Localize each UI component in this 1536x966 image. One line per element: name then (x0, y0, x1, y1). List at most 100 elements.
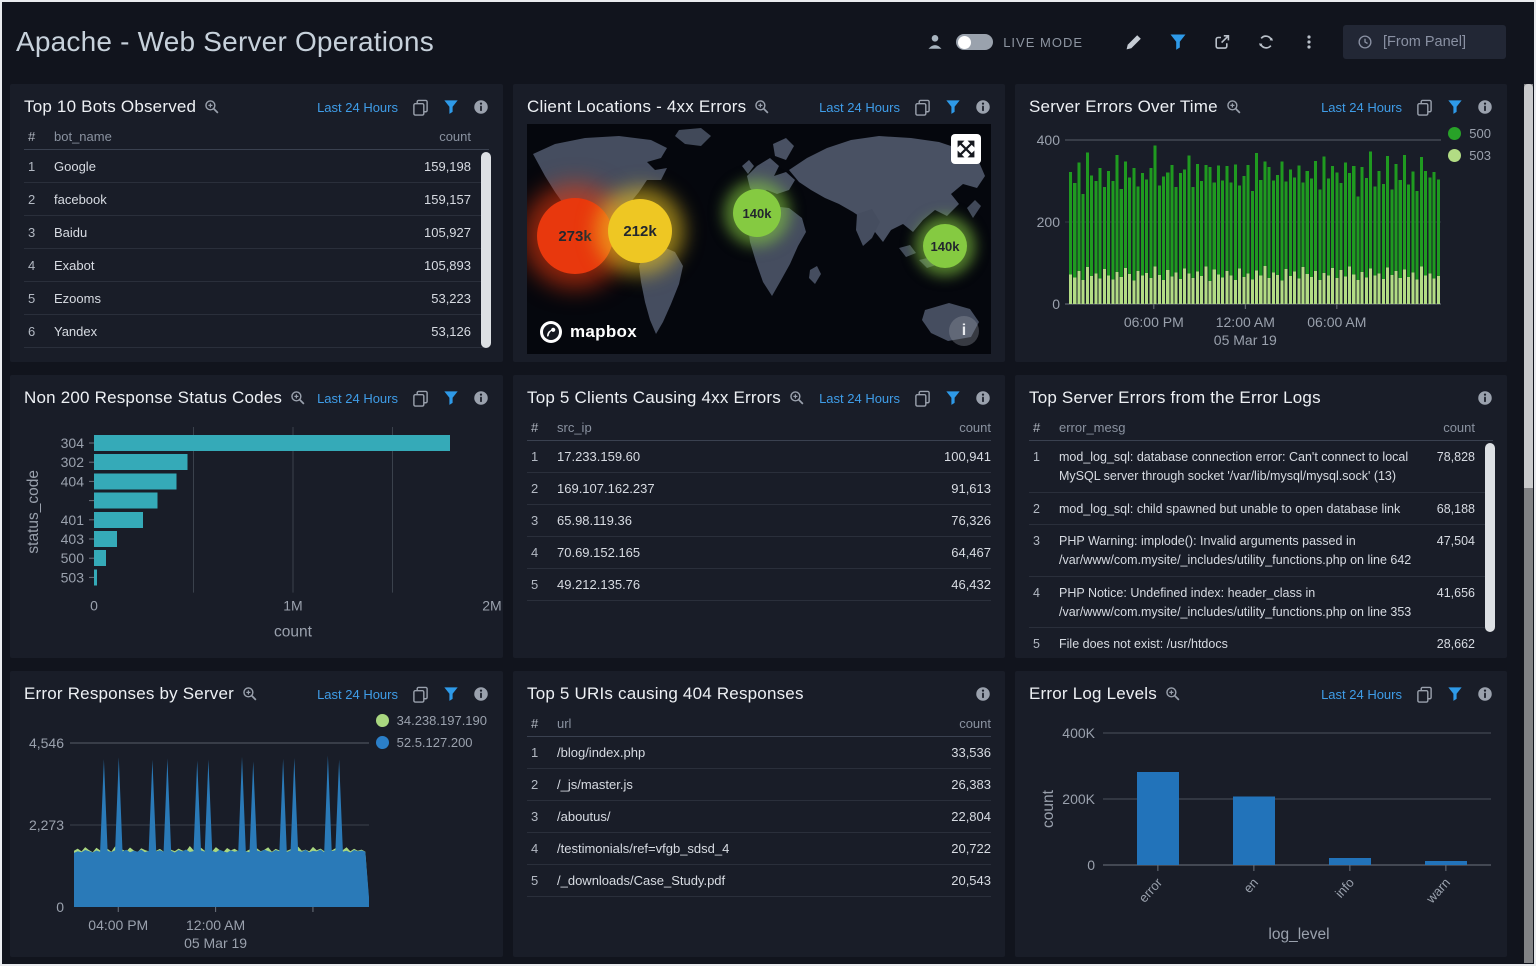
panel-time-range[interactable]: Last 24 Hours (819, 100, 900, 115)
table-cell: 105,927 (424, 225, 489, 240)
mapbox-logo[interactable]: mapbox (539, 320, 637, 344)
bubble-value: 140k (743, 206, 772, 221)
filter-funnel-icon[interactable] (1447, 99, 1463, 115)
map-info-button[interactable]: i (949, 316, 979, 346)
error-log-levels-chart[interactable]: 0200K400Kerroreninfowarnlog_levelcount (1029, 711, 1493, 949)
zoom-in-icon[interactable] (242, 686, 258, 702)
map-cluster-bubble[interactable]: 140k (923, 224, 967, 268)
server-errors-chart[interactable]: 020040006:00 PM12:00 AM05 Mar 1906:00 AM (1029, 124, 1493, 354)
table-scrollbar[interactable] (1485, 443, 1495, 648)
svg-text:0: 0 (56, 899, 64, 915)
table-row[interactable]: 3PHP Warning: implode(): Invalid argumen… (1029, 525, 1493, 577)
table-row[interactable]: 549.212.135.7646,432 (527, 569, 991, 601)
table-row[interactable]: 3/aboutus/22,804 (527, 801, 991, 833)
table-row[interactable]: 5File does not exist: /usr/htdocs28,662 (1029, 628, 1493, 658)
copy-panel-icon[interactable] (914, 99, 931, 116)
table-row[interactable]: 6Yandex53,126 (24, 315, 489, 348)
table-row[interactable]: 4PHP Notice: Undefined index: header_cla… (1029, 577, 1493, 629)
info-icon[interactable] (473, 686, 489, 702)
copy-panel-icon[interactable] (412, 390, 429, 407)
user-icon[interactable] (926, 33, 944, 51)
map-cluster-bubble[interactable]: 273k (537, 198, 613, 274)
filter-funnel-icon[interactable] (443, 99, 459, 115)
filter-funnel-icon[interactable] (945, 99, 961, 115)
filter-funnel-icon[interactable] (443, 390, 459, 406)
table-cell: 70.69.152.165 (557, 545, 951, 560)
share-export-icon[interactable] (1213, 33, 1231, 51)
page-title: Apache - Web Server Operations (16, 26, 434, 58)
info-icon[interactable] (473, 390, 489, 406)
table-row[interactable]: 1/blog/index.php33,536 (527, 737, 991, 769)
table-row[interactable]: 2/_js/master.js26,383 (527, 769, 991, 801)
panel-time-range[interactable]: Last 24 Hours (317, 100, 398, 115)
svg-text:count: count (1040, 789, 1057, 828)
svg-text:4,546: 4,546 (29, 735, 64, 751)
copy-panel-icon[interactable] (412, 686, 429, 703)
table-row[interactable]: 2169.107.162.23791,613 (527, 473, 991, 505)
filter-funnel-icon[interactable] (443, 686, 459, 702)
table-cell: 1 (1029, 448, 1059, 467)
filter-funnel-icon[interactable] (1169, 33, 1187, 51)
table-scrollbar[interactable] (481, 152, 491, 352)
table-row[interactable]: 5/_downloads/Case_Study.pdf20,543 (527, 865, 991, 897)
table-row[interactable]: 4/testimonials/ref=vfgb_sdsd_420,722 (527, 833, 991, 865)
col-count: count (1443, 420, 1493, 435)
filter-funnel-icon[interactable] (1447, 686, 1463, 702)
copy-panel-icon[interactable] (412, 99, 429, 116)
col-index: # (1029, 420, 1059, 435)
svg-text:200: 200 (1037, 214, 1061, 230)
zoom-in-icon[interactable] (1226, 99, 1242, 115)
refresh-icon[interactable] (1257, 33, 1275, 51)
table-row[interactable]: 470.69.152.16564,467 (527, 537, 991, 569)
info-icon[interactable] (975, 390, 991, 406)
svg-text:05 Mar 19: 05 Mar 19 (1214, 332, 1277, 348)
table-row[interactable]: 2mod_log_sql: child spawned but unable t… (1029, 493, 1493, 526)
non-200-status-codes-chart[interactable]: 30430240440140350050301M2Mcountstatus_co… (24, 415, 489, 650)
zoom-in-icon[interactable] (754, 99, 770, 115)
info-icon[interactable] (473, 99, 489, 115)
table-cell: 33,536 (951, 745, 991, 760)
kebab-menu-icon[interactable] (1301, 34, 1317, 50)
table-row[interactable]: 1mod_log_sql: database connection error:… (1029, 441, 1493, 493)
zoom-in-icon[interactable] (789, 390, 805, 406)
panel-time-range[interactable]: Last 24 Hours (819, 391, 900, 406)
info-icon[interactable] (975, 99, 991, 115)
copy-panel-icon[interactable] (1416, 99, 1433, 116)
page-scrollbar-thumb[interactable] (1524, 84, 1533, 488)
table-cell: 64,467 (951, 545, 991, 560)
col-index: # (527, 420, 557, 435)
table-cell: 4 (527, 841, 557, 856)
zoom-in-icon[interactable] (290, 390, 306, 406)
page-scrollbar[interactable] (1524, 84, 1533, 963)
table-row[interactable]: 3Baidu105,927 (24, 216, 489, 249)
panel-title: Top 10 Bots Observed (24, 97, 196, 117)
info-icon[interactable] (1477, 686, 1493, 702)
panel-time-range[interactable]: Last 24 Hours (1321, 100, 1402, 115)
info-icon[interactable] (975, 686, 991, 702)
col-bot-name: bot_name (54, 129, 439, 144)
table-row[interactable]: 1Google159,198 (24, 150, 489, 183)
panel-time-range[interactable]: Last 24 Hours (317, 391, 398, 406)
map-cluster-bubble[interactable]: 212k (608, 199, 672, 263)
filter-funnel-icon[interactable] (945, 390, 961, 406)
zoom-in-icon[interactable] (204, 99, 220, 115)
edit-pencil-icon[interactable] (1125, 33, 1143, 51)
panel-time-range[interactable]: Last 24 Hours (1321, 687, 1402, 702)
map-cluster-bubble[interactable]: 140k (733, 189, 781, 237)
live-mode-toggle[interactable] (956, 34, 993, 50)
table-row[interactable]: 365.98.119.3676,326 (527, 505, 991, 537)
copy-panel-icon[interactable] (914, 390, 931, 407)
info-icon[interactable] (1477, 99, 1493, 115)
panel-time-range[interactable]: Last 24 Hours (317, 687, 398, 702)
time-range-selector[interactable]: [From Panel] (1343, 25, 1506, 59)
table-row[interactable]: 2facebook159,157 (24, 183, 489, 216)
map-expand-button[interactable] (951, 134, 981, 164)
zoom-in-icon[interactable] (1165, 686, 1181, 702)
table-row[interactable]: 117.233.159.60100,941 (527, 441, 991, 473)
copy-panel-icon[interactable] (1416, 686, 1433, 703)
info-icon[interactable] (1477, 390, 1493, 406)
world-map[interactable]: 273k212k 140k 140k mapbox i (527, 124, 991, 354)
table-cell: 22,804 (951, 809, 991, 824)
table-row[interactable]: 4Exabot105,893 (24, 249, 489, 282)
table-row[interactable]: 5Ezooms53,223 (24, 282, 489, 315)
